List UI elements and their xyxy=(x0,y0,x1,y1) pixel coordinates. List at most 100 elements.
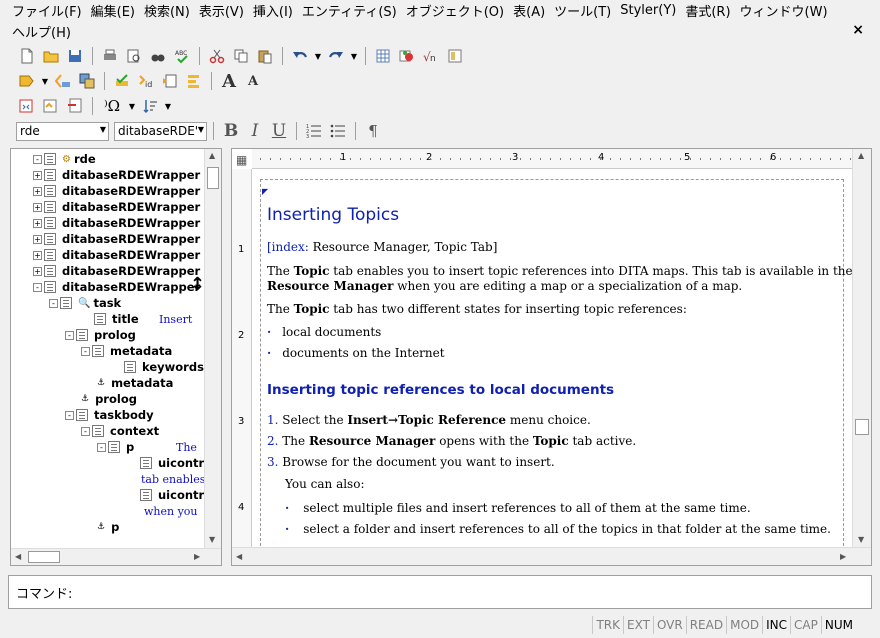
command-line[interactable]: コマンド: xyxy=(8,575,872,609)
tree-node[interactable]: - metadata xyxy=(81,343,172,359)
expand-icon[interactable]: + xyxy=(33,202,42,212)
document-horizontal-scrollbar[interactable]: ◀ ▶ xyxy=(232,547,871,565)
equation-icon[interactable]: √ n xyxy=(420,45,442,67)
tree-node[interactable]: + ditabaseRDEWrapper xyxy=(33,167,200,183)
tree-node[interactable]: uicontr xyxy=(127,487,204,503)
menu-entity[interactable]: エンティティ(S) xyxy=(300,1,404,20)
expand-icon[interactable]: + xyxy=(33,218,42,228)
step-info[interactable]: You can also: xyxy=(285,477,364,491)
insert-comment-icon[interactable] xyxy=(64,95,86,117)
menu-help[interactable]: ヘルプ(H) xyxy=(10,22,78,41)
redo-icon[interactable] xyxy=(325,45,347,67)
sort-icon[interactable] xyxy=(139,95,161,117)
menu-search[interactable]: 検索(N) xyxy=(142,1,197,20)
find-icon[interactable] xyxy=(147,45,169,67)
tree-node[interactable]: - ditabaseRDEWrapper xyxy=(33,279,200,295)
list-item[interactable]: · documents on the Internet xyxy=(267,346,445,360)
validate-icon[interactable] xyxy=(111,70,133,92)
document-vertical-scrollbar[interactable]: ▲ ▼ xyxy=(852,149,871,549)
collapse-icon[interactable]: - xyxy=(97,442,106,452)
paragraph-1-line-2[interactable]: Resource Manager when you are editing a … xyxy=(267,279,742,293)
expand-icon[interactable]: + xyxy=(33,250,42,260)
italic-button[interactable]: I xyxy=(244,120,266,142)
element-combo[interactable]: rde ▼ xyxy=(16,121,109,141)
tree-node[interactable]: ⚓ prolog xyxy=(81,391,137,407)
section-heading[interactable]: Inserting topic references to local docu… xyxy=(267,382,614,398)
collapse-icon[interactable]: - xyxy=(65,330,74,340)
tree-node[interactable]: ⚓ metadata xyxy=(97,375,173,391)
tree-node[interactable]: - taskbody xyxy=(65,407,154,423)
increase-font-icon[interactable]: A xyxy=(218,70,240,92)
menu-format[interactable]: 書式(R) xyxy=(683,1,737,20)
tree-node[interactable]: - ⚙ rde xyxy=(33,151,96,167)
redo-dropdown-icon[interactable]: ▼ xyxy=(349,45,359,67)
step-2[interactable]: 2. The Resource Manager opens with the T… xyxy=(267,434,636,448)
document-editor-panel[interactable]: ▦ 123456 1234 ◤ Inserting Topics [index:… xyxy=(231,148,872,566)
step-3[interactable]: 3. Browse for the document you want to i… xyxy=(267,455,555,469)
menu-view[interactable]: 表示(V) xyxy=(197,1,251,20)
collapse-icon[interactable]: - xyxy=(33,282,42,292)
expand-icon[interactable]: + xyxy=(33,266,42,276)
tree-node[interactable]: + ditabaseRDEWrapper xyxy=(33,263,200,279)
scroll-right-icon[interactable]: ▶ xyxy=(194,552,200,561)
scroll-left-icon[interactable]: ◀ xyxy=(15,552,21,561)
menu-object[interactable]: オブジェクト(O) xyxy=(404,1,511,20)
menu-edit[interactable]: 編集(E) xyxy=(89,1,142,20)
underline-button[interactable]: U xyxy=(268,120,290,142)
copy-icon[interactable] xyxy=(230,45,252,67)
numbered-list-icon[interactable]: 123 xyxy=(303,120,325,142)
tree-horizontal-scrollbar[interactable]: ◀ ▶ xyxy=(11,548,221,565)
attributes-icon[interactable] xyxy=(159,70,181,92)
menu-insert[interactable]: 挿入(I) xyxy=(251,1,300,20)
tree-node[interactable]: -p xyxy=(97,439,134,455)
save-icon[interactable] xyxy=(64,45,86,67)
tree-hscroll-thumb[interactable] xyxy=(28,551,60,563)
undo-dropdown-icon[interactable]: ▼ xyxy=(313,45,323,67)
menu-window[interactable]: ウィンドウ(W) xyxy=(738,1,835,20)
tree-node[interactable]: keywords xyxy=(111,359,204,375)
index-term[interactable]: [index: Resource Manager, Topic Tab] xyxy=(267,240,497,254)
tree-node[interactable]: title xyxy=(81,311,139,327)
expand-icon[interactable]: + xyxy=(33,186,42,196)
tree-scroll-thumb[interactable] xyxy=(207,167,219,189)
print-icon[interactable] xyxy=(99,45,121,67)
list-item[interactable]: · local documents xyxy=(267,325,381,339)
tree-node[interactable]: - 🔍 task xyxy=(49,295,121,311)
tree-node[interactable]: + ditabaseRDEWrapper xyxy=(33,199,200,215)
spellcheck-icon[interactable]: ABC xyxy=(171,45,193,67)
paste-icon[interactable] xyxy=(254,45,276,67)
expand-icon[interactable]: + xyxy=(33,170,42,180)
tree-node[interactable]: + ditabaseRDEWrapper xyxy=(33,183,200,199)
tree-node[interactable]: + ditabaseRDEWrapper xyxy=(33,231,200,247)
collapse-icon[interactable]: - xyxy=(81,426,90,436)
structure-tree-panel[interactable]: - ⚙ rde + ditabaseRDEWrapper + ditabaseRDEWrap… xyxy=(10,148,222,566)
bold-button[interactable]: B xyxy=(220,120,242,142)
scroll-right-icon[interactable]: ▶ xyxy=(840,552,846,561)
menu-table[interactable]: 表(A) xyxy=(511,1,552,20)
tree-node[interactable]: - context xyxy=(81,423,159,439)
xref-icon[interactable] xyxy=(16,95,38,117)
insert-symbol-icon[interactable]: ⁾Ω xyxy=(99,95,125,117)
doc-title[interactable]: Inserting Topics xyxy=(267,205,399,225)
menu-styler[interactable]: Styler(Y) xyxy=(618,3,683,18)
tree-node[interactable]: + ditabaseRDEWrapper xyxy=(33,215,200,231)
new-document-icon[interactable] xyxy=(16,45,38,67)
tree-node[interactable]: + ditabaseRDEWrapper xyxy=(33,247,200,263)
menu-tools[interactable]: ツール(T) xyxy=(552,1,618,20)
tree-node[interactable]: uicontr xyxy=(127,455,204,471)
collapse-icon[interactable]: - xyxy=(49,298,58,308)
cut-icon[interactable] xyxy=(206,45,228,67)
insert-element-icon[interactable] xyxy=(16,70,38,92)
paragraph-2[interactable]: The Topic tab has two different states f… xyxy=(267,302,687,316)
sort-dropdown-icon[interactable]: ▼ xyxy=(163,95,173,117)
tree-node[interactable]: tab enables xyxy=(141,471,205,487)
sub-list-item[interactable]: · select a folder and insert references t… xyxy=(285,522,831,536)
properties-icon[interactable] xyxy=(444,45,466,67)
grid-icon[interactable]: ▦ xyxy=(236,153,247,167)
id-icon[interactable]: id xyxy=(135,70,157,92)
link-icon[interactable] xyxy=(40,95,62,117)
insert-symbol-dropdown-icon[interactable]: ▼ xyxy=(127,95,137,117)
print-preview-icon[interactable] xyxy=(123,45,145,67)
collapse-icon[interactable]: - xyxy=(65,410,74,420)
step-1[interactable]: 1. Select the Insert→Topic Reference men… xyxy=(267,413,591,427)
